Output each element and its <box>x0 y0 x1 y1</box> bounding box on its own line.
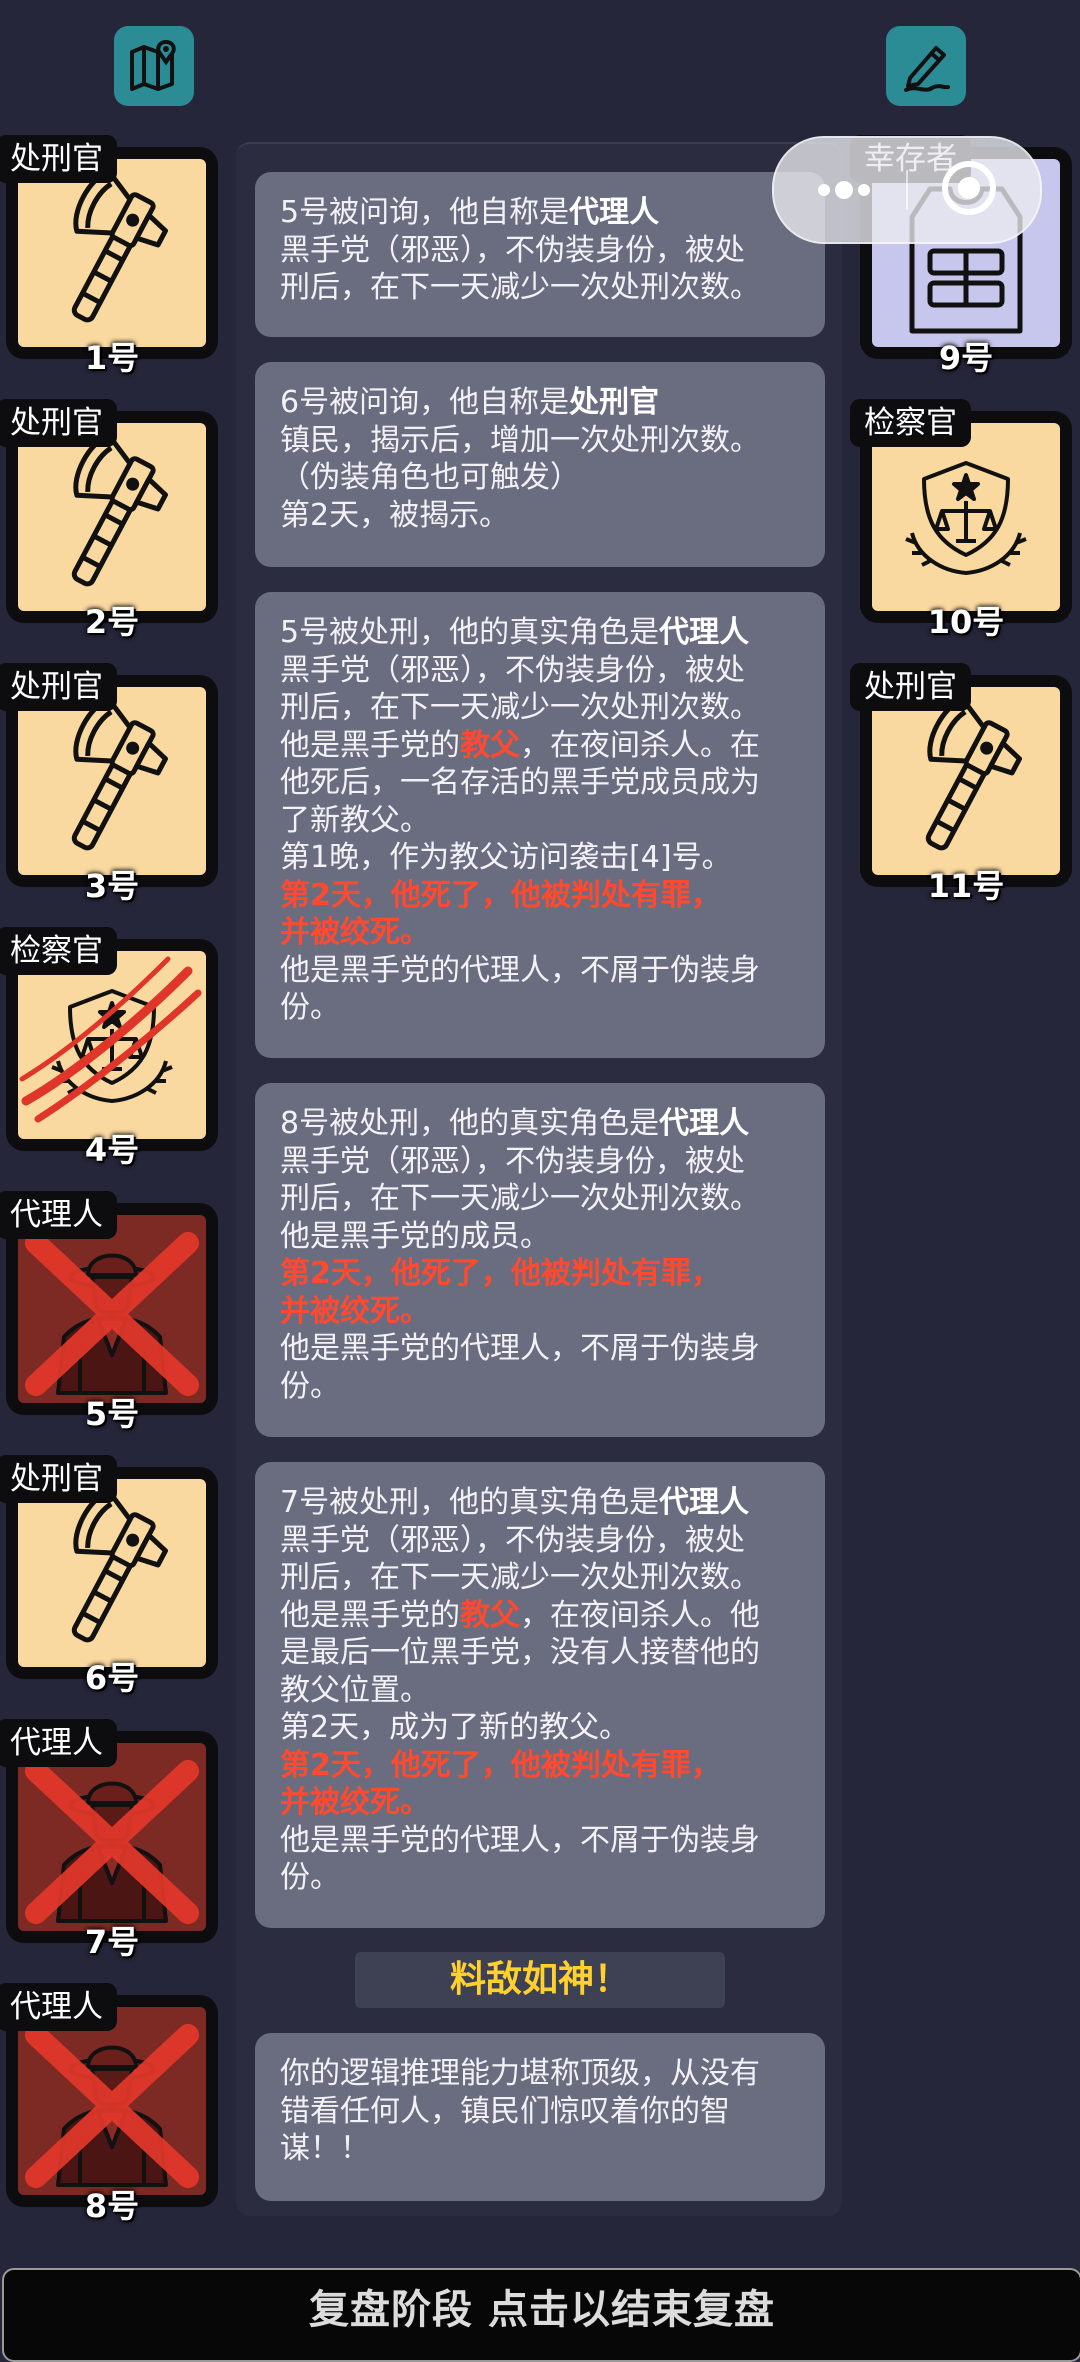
player-number: 1号 <box>84 339 140 377</box>
player-role-label: 代理人 <box>0 1191 117 1239</box>
player-number: 9号 <box>938 339 994 377</box>
dead-cross-mark <box>25 2024 199 2188</box>
capsule-divider <box>906 170 908 210</box>
dead-cross-mark <box>25 1232 199 1396</box>
player-number: 4号 <box>84 1131 140 1169</box>
close-target-icon[interactable] <box>939 158 999 218</box>
notes-button[interactable] <box>886 26 966 106</box>
dead-cross-mark <box>25 1760 199 1924</box>
player-portrait <box>872 423 1060 611</box>
player-role-label: 检察官 <box>850 399 971 447</box>
player-card[interactable]: 处刑官 6号 <box>0 1455 218 1697</box>
player-role-label: 代理人 <box>0 1983 117 2031</box>
axe-icon <box>71 696 168 851</box>
player-card[interactable]: 检察官 4号 <box>0 927 218 1169</box>
axe-icon <box>71 432 168 587</box>
more-dots-icon[interactable] <box>804 170 884 210</box>
player-portrait <box>18 687 206 875</box>
axe-icon <box>71 168 168 323</box>
result-message: 你的逻辑推理能力堪称顶级，从没有 错看任何人，镇民们惊叹着你的智 谋！！ <box>255 2033 825 2201</box>
log-message: 7号被处刑，他的真实角色是代理人 黑手党（邪恶），不伪装身份，被处 刑后，在下一天减… <box>255 1462 825 1928</box>
log-message: 6号被问询，他自称是处刑官 镇民，揭示后，增加一次处刑次数。 （伪装角色也可触发）第… <box>255 362 825 567</box>
player-role-label: 代理人 <box>0 1719 117 1767</box>
result-banner: 料敌如神！ <box>355 1952 725 2008</box>
log-message: 5号被问询，他自称是代理人 黑手党（邪恶），不伪装身份，被处 刑后，在下一天减少一次… <box>255 172 825 337</box>
player-portrait <box>872 687 1060 875</box>
end-review-button[interactable]: 复盘阶段 点击以结束复盘 <box>2 2268 1080 2362</box>
player-number: 6号 <box>84 1659 140 1697</box>
player-portrait <box>18 1743 206 1931</box>
axe-icon <box>925 696 1022 851</box>
player-number: 3号 <box>84 867 140 905</box>
player-card[interactable]: 处刑官 1号 <box>0 135 218 377</box>
player-card[interactable]: 代理人 7号 <box>0 1719 218 1961</box>
player-role-label: 处刑官 <box>0 399 117 447</box>
player-portrait <box>18 951 206 1139</box>
player-card[interactable]: 代理人 5号 <box>0 1191 218 1433</box>
player-role-label: 处刑官 <box>0 135 117 183</box>
player-portrait <box>18 159 206 347</box>
player-number: 8号 <box>84 2187 140 2225</box>
mini-program-capsule <box>772 136 1042 244</box>
player-portrait <box>18 1479 206 1667</box>
player-number: 5号 <box>84 1395 140 1433</box>
player-portrait <box>18 2007 206 2195</box>
player-role-label: 处刑官 <box>0 663 117 711</box>
claw-slash-mark <box>19 956 202 1123</box>
log-message: 8号被处刑，他的真实角色是代理人 黑手党（邪恶），不伪装身份，被处 刑后，在下一天减… <box>255 1083 825 1437</box>
player-card[interactable]: 处刑官 11号 <box>850 663 1072 905</box>
pen-edit-icon <box>904 46 950 92</box>
justice-badge-icon <box>905 461 1027 575</box>
player-number: 2号 <box>84 603 140 641</box>
player-role-label: 处刑官 <box>850 663 971 711</box>
player-card[interactable]: 检察官 10号 <box>850 399 1072 641</box>
axe-icon <box>71 1488 168 1643</box>
player-role-label: 处刑官 <box>0 1455 117 1503</box>
player-number: 11号 <box>927 867 1005 905</box>
player-number: 7号 <box>84 1923 140 1961</box>
player-card[interactable]: 代理人 8号 <box>0 1983 218 2225</box>
player-role-label: 检察官 <box>0 927 117 975</box>
map-button[interactable] <box>114 26 194 106</box>
log-message: 5号被处刑，他的真实角色是代理人 黑手党（邪恶），不伪装身份，被处 刑后，在下一天减… <box>255 592 825 1058</box>
player-portrait <box>18 423 206 611</box>
player-card[interactable]: 处刑官 2号 <box>0 399 218 641</box>
player-number: 10号 <box>927 603 1005 641</box>
player-card[interactable]: 处刑官 3号 <box>0 663 218 905</box>
map-pin-icon <box>130 39 176 91</box>
player-portrait <box>18 1215 206 1403</box>
